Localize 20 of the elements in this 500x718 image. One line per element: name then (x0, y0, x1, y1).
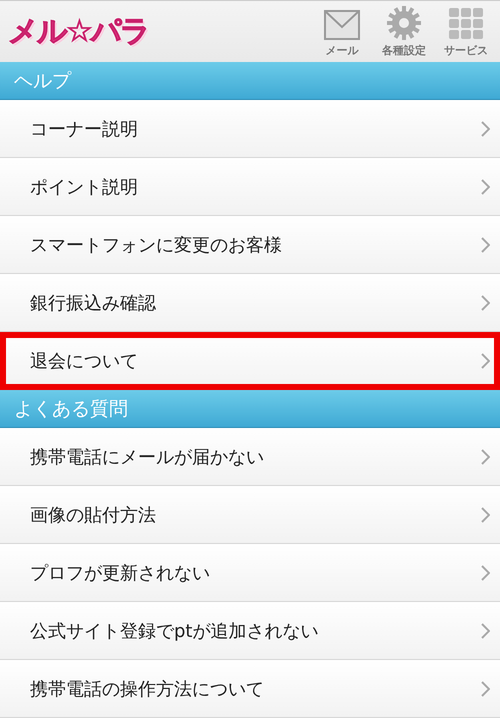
chevron-icon (481, 622, 490, 638)
section-header: ヘルプ (0, 62, 500, 100)
chevron-icon (481, 448, 490, 464)
chevron-icon (481, 352, 490, 368)
chevron-icon (481, 506, 490, 522)
nav-button[interactable]: サービス (438, 8, 494, 58)
chevron-icon (481, 236, 490, 252)
nav-button[interactable]: メール (314, 10, 370, 58)
section-header: よくある質問 (0, 390, 500, 428)
nav-button[interactable]: 各種設定 (376, 6, 432, 58)
grid-icon (449, 8, 483, 40)
mail-icon (324, 10, 360, 40)
chevron-icon (481, 564, 490, 580)
menu-item[interactable]: 退会について (0, 332, 500, 390)
chevron-icon (481, 294, 490, 310)
chevron-icon (481, 680, 490, 696)
chevron-icon (481, 120, 490, 136)
settings-icon (387, 6, 421, 40)
chevron-icon (481, 178, 490, 194)
logo[interactable]: メル☆パラ (8, 11, 149, 52)
